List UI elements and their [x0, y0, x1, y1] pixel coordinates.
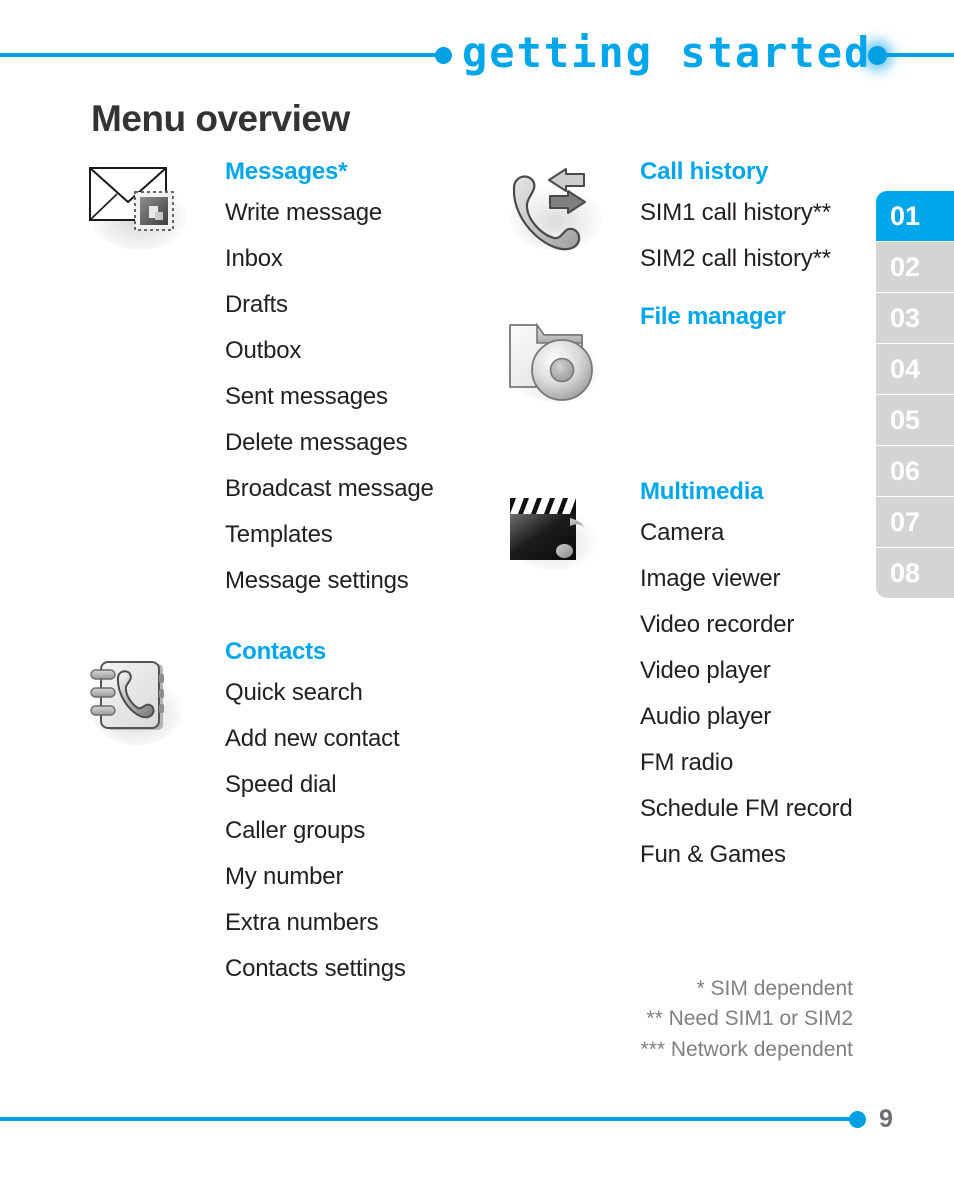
- menu-group-messages: Messages* Write message Inbox Drafts Out…: [85, 160, 505, 630]
- menu-item[interactable]: Templates: [225, 512, 505, 558]
- menu-item[interactable]: Extra numbers: [225, 900, 505, 946]
- chapter-tab-01[interactable]: 01: [876, 191, 954, 241]
- menu-group-file-manager: File manager: [500, 305, 880, 480]
- chapter-tab-02[interactable]: 02: [876, 242, 954, 292]
- menu-item[interactable]: FM radio: [640, 740, 880, 786]
- manual-page: Getting started Menu overview: [0, 0, 954, 1179]
- group-title-contacts: Contacts: [225, 638, 327, 665]
- menu-item[interactable]: Delete messages: [225, 420, 505, 466]
- menu-item[interactable]: Drafts: [225, 282, 505, 328]
- phonebook-icon: [85, 656, 185, 756]
- menu-item[interactable]: Image viewer: [640, 556, 880, 602]
- menu-item[interactable]: Caller groups: [225, 808, 505, 854]
- group-title-messages: Messages*: [225, 158, 348, 185]
- menu-item[interactable]: Schedule FM record: [640, 786, 880, 832]
- footer-dot-icon: [849, 1111, 866, 1128]
- multimedia-clapperboard-icon: [504, 488, 604, 588]
- header-rule-left: [0, 53, 444, 57]
- call-history-icon: [506, 166, 606, 266]
- left-column: Messages* Write message Inbox Drafts Out…: [85, 160, 505, 992]
- menu-item[interactable]: Contacts settings: [225, 946, 505, 992]
- menu-item[interactable]: Quick search: [225, 670, 505, 716]
- file-manager-icon: [504, 315, 604, 415]
- chapter-tab-04[interactable]: 04: [876, 344, 954, 394]
- footnote-line: ** Need SIM1 or SIM2: [646, 1007, 853, 1031]
- chapter-tab-strip: 01 02 03 04 05 06 07 08: [876, 191, 954, 598]
- footnotes: * SIM dependent ** Need SIM1 or SIM2 ***…: [641, 974, 853, 1065]
- chapter-tab-07[interactable]: 07: [876, 497, 954, 547]
- menu-item[interactable]: Add new contact: [225, 716, 505, 762]
- header-rule-right: [885, 53, 954, 57]
- footer-rule: [0, 1117, 858, 1121]
- menu-item[interactable]: Speed dial: [225, 762, 505, 808]
- right-column: Call history SIM1 call history** SIM2 ca…: [500, 160, 880, 878]
- menu-group-call-history: Call history SIM1 call history** SIM2 ca…: [500, 160, 880, 305]
- section-title: Getting started: [462, 28, 872, 77]
- group-title-file-manager: File manager: [640, 303, 786, 330]
- chapter-tab-05[interactable]: 05: [876, 395, 954, 445]
- menu-item[interactable]: Video player: [640, 648, 880, 694]
- footnote-line: * SIM dependent: [696, 977, 853, 1000]
- group-title-call-history: Call history: [640, 158, 769, 185]
- page-title: Menu overview: [91, 98, 350, 139]
- bullet-dot-icon: [435, 47, 452, 64]
- menu-item[interactable]: My number: [225, 854, 505, 900]
- envelope-stamp-icon: [85, 160, 187, 260]
- group-title-multimedia: Multimedia: [640, 478, 764, 505]
- menu-item[interactable]: Sent messages: [225, 374, 505, 420]
- menu-item[interactable]: Write message: [225, 190, 505, 236]
- menu-item[interactable]: Video recorder: [640, 602, 880, 648]
- menu-item[interactable]: Inbox: [225, 236, 505, 282]
- page-number: 9: [879, 1105, 893, 1133]
- chapter-tab-08[interactable]: 08: [876, 548, 954, 598]
- menu-item[interactable]: Outbox: [225, 328, 505, 374]
- chapter-tab-06[interactable]: 06: [876, 446, 954, 496]
- chapter-tab-03[interactable]: 03: [876, 293, 954, 343]
- footnote-line: *** Network dependent: [640, 1037, 853, 1061]
- menu-item[interactable]: SIM1 call history**: [640, 190, 880, 236]
- menu-item[interactable]: Broadcast message: [225, 466, 505, 512]
- menu-group-contacts: Contacts Quick search Add new contact Sp…: [85, 640, 505, 992]
- menu-item[interactable]: Message settings: [225, 558, 505, 604]
- menu-item[interactable]: SIM2 call history**: [640, 236, 880, 282]
- menu-item[interactable]: Fun & Games: [640, 832, 880, 878]
- menu-item[interactable]: Audio player: [640, 694, 880, 740]
- menu-group-multimedia: Multimedia Camera Image viewer Video rec…: [500, 480, 880, 878]
- menu-item[interactable]: Camera: [640, 510, 880, 556]
